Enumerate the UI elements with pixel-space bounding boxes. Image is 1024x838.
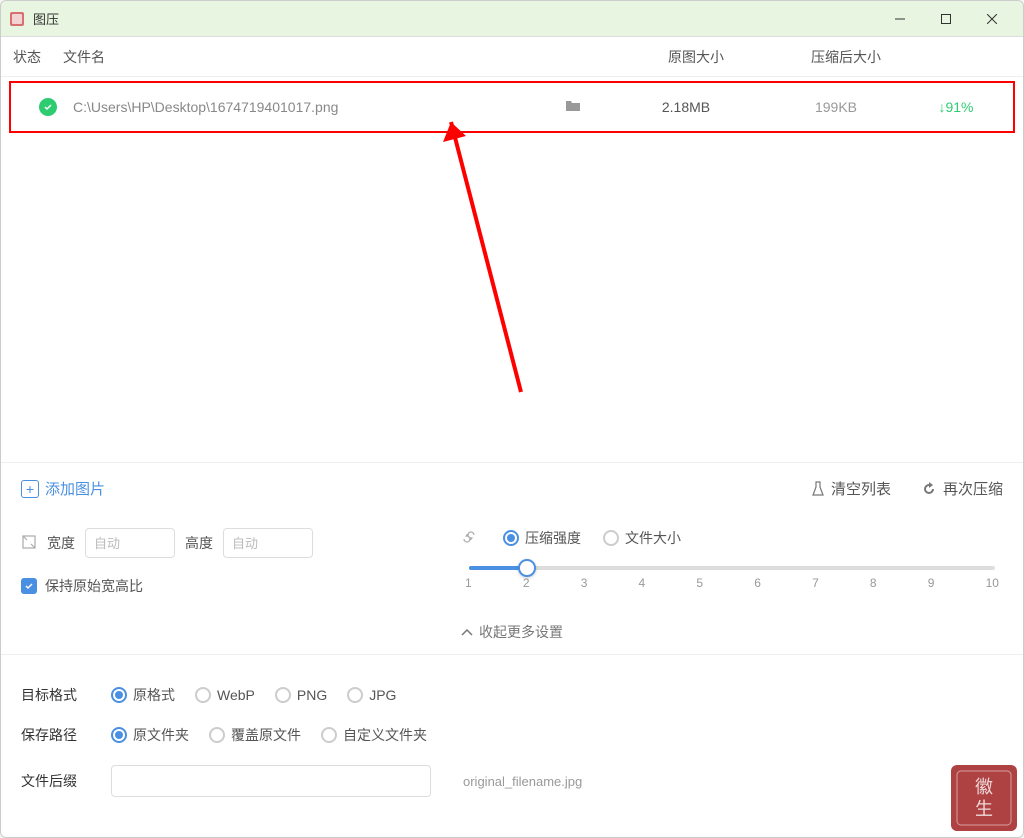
flask-icon (811, 481, 825, 497)
seal-stamp: 徽 生 (949, 763, 1019, 833)
column-filename: 文件名 (63, 47, 621, 67)
refresh-icon (921, 481, 937, 497)
chevron-up-icon (461, 624, 473, 640)
app-icon (9, 11, 25, 27)
clear-label: 清空列表 (831, 478, 891, 499)
mode-filesize-label: 文件大小 (625, 528, 681, 548)
advanced-settings: 目标格式 原格式 WebP PNG JPG 保存路径 原文件夹 覆盖原文件 自定… (1, 654, 1023, 837)
compression-ratio: 91% (945, 99, 973, 115)
collapse-toggle[interactable]: 收起更多设置 (1, 610, 1023, 654)
app-window: 图压 状态 文件名 原图大小 压缩后大小 (0, 0, 1024, 838)
format-original-radio[interactable]: 原格式 (111, 685, 175, 705)
compression-slider[interactable]: 12345678910 (461, 566, 1003, 590)
radio-icon (503, 530, 519, 546)
format-label: 目标格式 (21, 685, 91, 705)
savepath-original-radio[interactable]: 原文件夹 (111, 725, 189, 745)
slider-thumb[interactable] (518, 559, 536, 577)
column-compressed-size: 压缩后大小 (771, 47, 921, 67)
titlebar: 图压 (1, 1, 1023, 37)
width-input[interactable] (85, 528, 175, 558)
table-header: 状态 文件名 原图大小 压缩后大小 (1, 37, 1023, 77)
suffix-label: 文件后缀 (21, 771, 91, 791)
dimension-icon (21, 534, 37, 553)
app-title: 图压 (33, 9, 877, 28)
format-jpg-radio[interactable]: JPG (347, 687, 396, 703)
checkbox-icon (21, 578, 37, 594)
format-webp-radio[interactable]: WebP (195, 687, 255, 703)
close-button[interactable] (969, 1, 1015, 37)
mode-filesize-radio[interactable]: 文件大小 (603, 528, 681, 548)
file-path: C:\Users\HP\Desktop\1674719401017.png (73, 99, 338, 115)
mode-strength-label: 压缩强度 (525, 528, 581, 548)
savepath-custom-radio[interactable]: 自定义文件夹 (321, 725, 427, 745)
plus-icon: + (21, 480, 39, 498)
original-size: 2.18MB (611, 99, 761, 115)
keep-aspect-checkbox[interactable]: 保持原始宽高比 (21, 576, 421, 596)
suffix-example: original_filename.jpg (463, 774, 582, 789)
clear-list-button[interactable]: 清空列表 (811, 478, 891, 499)
column-status: 状态 (13, 47, 63, 67)
savepath-overwrite-radio[interactable]: 覆盖原文件 (209, 725, 301, 745)
minimize-button[interactable] (877, 1, 923, 37)
add-image-button[interactable]: + 添加图片 (21, 478, 105, 499)
format-png-radio[interactable]: PNG (275, 687, 327, 703)
status-success-icon (39, 98, 57, 116)
height-label: 高度 (185, 533, 213, 553)
action-bar: + 添加图片 清空列表 再次压缩 (1, 462, 1023, 514)
recompress-label: 再次压缩 (943, 478, 1003, 499)
folder-icon[interactable] (565, 99, 581, 116)
radio-icon (603, 530, 619, 546)
add-label: 添加图片 (45, 478, 105, 499)
height-input[interactable] (223, 528, 313, 558)
savepath-label: 保存路径 (21, 725, 91, 745)
width-label: 宽度 (47, 533, 75, 553)
compressed-size: 199KB (761, 99, 911, 115)
annotation-arrow (421, 112, 541, 412)
file-list: C:\Users\HP\Desktop\1674719401017.png 2.… (1, 77, 1023, 462)
suffix-input[interactable] (111, 765, 431, 797)
chain-icon (461, 529, 477, 548)
collapse-label: 收起更多设置 (479, 622, 563, 642)
slider-ticks: 12345678910 (465, 576, 999, 590)
mode-strength-radio[interactable]: 压缩强度 (503, 528, 581, 548)
recompress-button[interactable]: 再次压缩 (921, 478, 1003, 499)
svg-text:徽: 徽 (975, 777, 993, 797)
keep-aspect-label: 保持原始宽高比 (45, 576, 143, 596)
svg-text:生: 生 (975, 799, 993, 819)
maximize-button[interactable] (923, 1, 969, 37)
column-original-size: 原图大小 (621, 47, 771, 67)
settings-panel: 宽度 高度 保持原始宽高比 压缩强度 (1, 514, 1023, 610)
file-row[interactable]: C:\Users\HP\Desktop\1674719401017.png 2.… (9, 81, 1015, 133)
